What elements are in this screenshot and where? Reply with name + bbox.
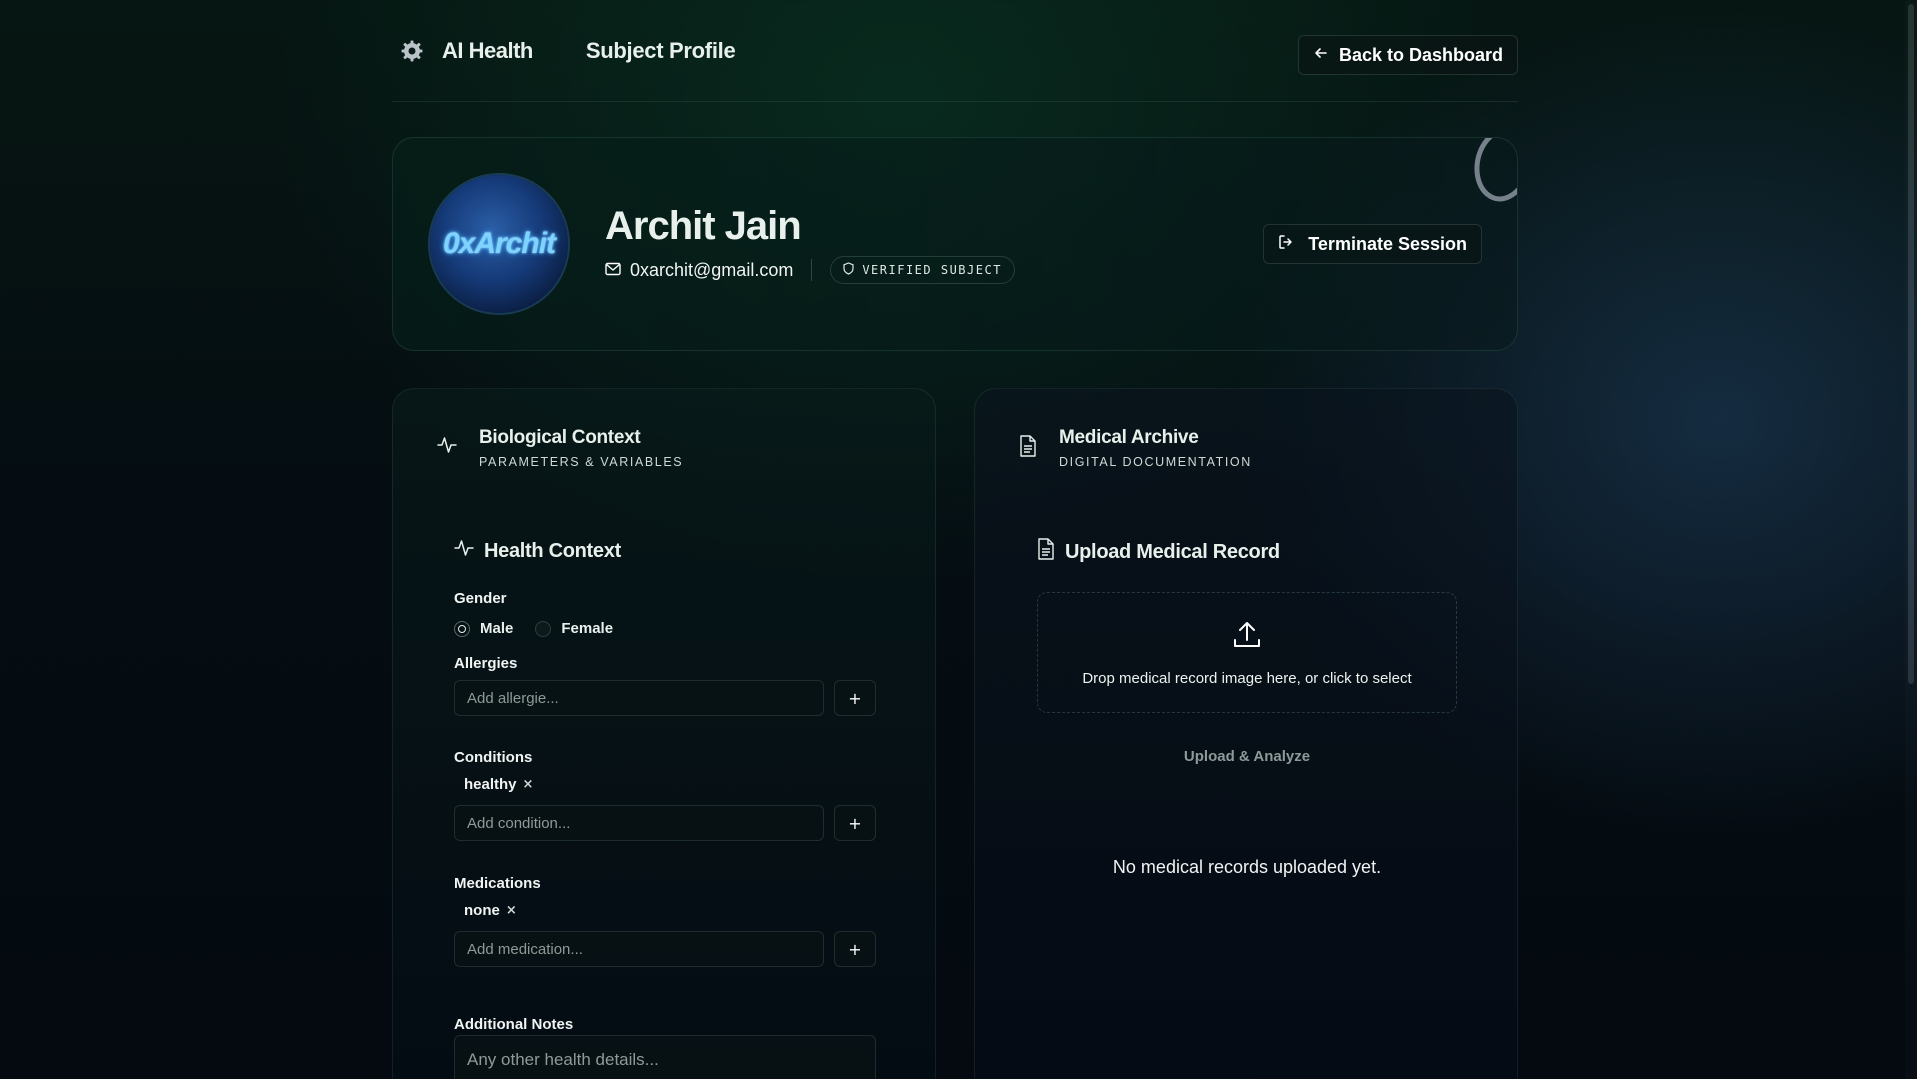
- email-text: 0xarchit@gmail.com: [630, 259, 794, 280]
- activity-icon: [454, 538, 474, 564]
- allergies-input-row: +: [454, 680, 876, 716]
- decorative-arc-icon: [1474, 138, 1517, 202]
- archive-panel-title: Medical Archive: [1059, 427, 1199, 448]
- avatar-logo-text: 0xArchit: [442, 227, 556, 260]
- archive-panel-header: Medical Archive DIGITAL DOCUMENTATION: [1019, 427, 1252, 469]
- archive-panel-subtitle: DIGITAL DOCUMENTATION: [1059, 455, 1252, 469]
- medication-tag: none ×: [464, 902, 517, 919]
- medications-input[interactable]: [454, 931, 824, 967]
- top-navigation: AI Health Subject Profile Back to Dashbo…: [392, 0, 1518, 102]
- profile-name: Archit Jain: [605, 204, 802, 248]
- radio-female[interactable]: [535, 620, 552, 637]
- profile-card: 0xArchit Archit Jain 0xarchit@gmail.com …: [392, 137, 1518, 351]
- scrollbar-thumb[interactable]: [1908, 4, 1914, 684]
- brand[interactable]: AI Health: [400, 38, 533, 64]
- additional-notes-label: Additional Notes: [454, 1016, 574, 1033]
- gender-radio-group: Male Female: [454, 620, 635, 637]
- biological-context-panel: Biological Context PARAMETERS & VARIABLE…: [392, 388, 936, 1079]
- add-allergy-button[interactable]: +: [834, 680, 876, 716]
- terminate-session-button[interactable]: Terminate Session: [1263, 224, 1482, 264]
- upload-record-title: Upload Medical Record: [1037, 538, 1280, 566]
- shield-icon: [843, 262, 854, 278]
- page-scrollbar[interactable]: [1905, 0, 1917, 1079]
- verified-badge-text: VERIFIED SUBJECT: [862, 263, 1002, 277]
- back-to-dashboard-button[interactable]: Back to Dashboard: [1297, 35, 1518, 75]
- condition-tag-label: healthy: [464, 776, 517, 793]
- biological-panel-title: Biological Context: [479, 427, 641, 448]
- document-icon: [1019, 435, 1037, 462]
- upload-dropzone[interactable]: Drop medical record image here, or click…: [1037, 592, 1457, 713]
- arrow-left-icon: [1313, 45, 1329, 66]
- brand-name: AI Health: [442, 37, 533, 63]
- mail-icon: [605, 260, 621, 281]
- verified-badge: VERIFIED SUBJECT: [830, 256, 1015, 284]
- medication-tag-label: none: [464, 902, 500, 919]
- upload-analyze-button[interactable]: Upload & Analyze: [1037, 741, 1457, 771]
- add-condition-button[interactable]: +: [834, 805, 876, 841]
- upload-record-label: Upload Medical Record: [1065, 540, 1280, 563]
- main-container: AI Health Subject Profile Back to Dashbo…: [392, 0, 1518, 1079]
- dropzone-text: Drop medical record image here, or click…: [1082, 669, 1412, 687]
- conditions-input-row: +: [454, 805, 876, 841]
- gender-label: Gender: [454, 590, 507, 607]
- additional-notes-textarea[interactable]: [454, 1035, 876, 1079]
- biological-panel-subtitle: PARAMETERS & VARIABLES: [479, 455, 684, 469]
- profile-meta: 0xarchit@gmail.com VERIFIED SUBJECT: [605, 256, 1015, 284]
- health-context-title: Health Context: [454, 538, 621, 564]
- conditions-label: Conditions: [454, 749, 533, 766]
- medical-archive-panel: Medical Archive DIGITAL DOCUMENTATION Up…: [974, 388, 1518, 1079]
- gender-option-label: Male: [480, 620, 514, 637]
- back-button-label: Back to Dashboard: [1338, 44, 1503, 65]
- health-context-label: Health Context: [484, 539, 621, 562]
- condition-tag: healthy ×: [464, 776, 533, 793]
- meta-divider: [811, 259, 813, 281]
- medications-label: Medications: [454, 875, 541, 892]
- gender-option-label: Female: [561, 620, 614, 637]
- page-title: Subject Profile: [585, 37, 736, 63]
- upload-icon: [1231, 619, 1263, 656]
- remove-medication-icon[interactable]: ×: [506, 903, 517, 918]
- gender-option-male[interactable]: Male: [454, 620, 513, 637]
- add-medication-button[interactable]: +: [834, 931, 876, 967]
- biological-panel-header: Biological Context PARAMETERS & VARIABLE…: [437, 427, 683, 469]
- conditions-input[interactable]: [454, 805, 824, 841]
- activity-icon: [437, 435, 457, 460]
- medications-input-row: +: [454, 931, 876, 967]
- allergies-input[interactable]: [454, 680, 824, 716]
- allergies-label: Allergies: [454, 655, 518, 672]
- profile-email: 0xarchit@gmail.com: [605, 260, 793, 281]
- radio-male[interactable]: [454, 620, 470, 637]
- empty-records-message: No medical records uploaded yet.: [1112, 857, 1382, 877]
- gender-option-female[interactable]: Female: [535, 620, 613, 637]
- gear-icon: [400, 39, 424, 63]
- avatar: 0xArchit: [430, 175, 568, 313]
- remove-condition-icon[interactable]: ×: [523, 777, 534, 792]
- document-icon: [1037, 538, 1055, 566]
- logout-icon: [1278, 234, 1294, 255]
- terminate-label: Terminate Session: [1308, 233, 1467, 254]
